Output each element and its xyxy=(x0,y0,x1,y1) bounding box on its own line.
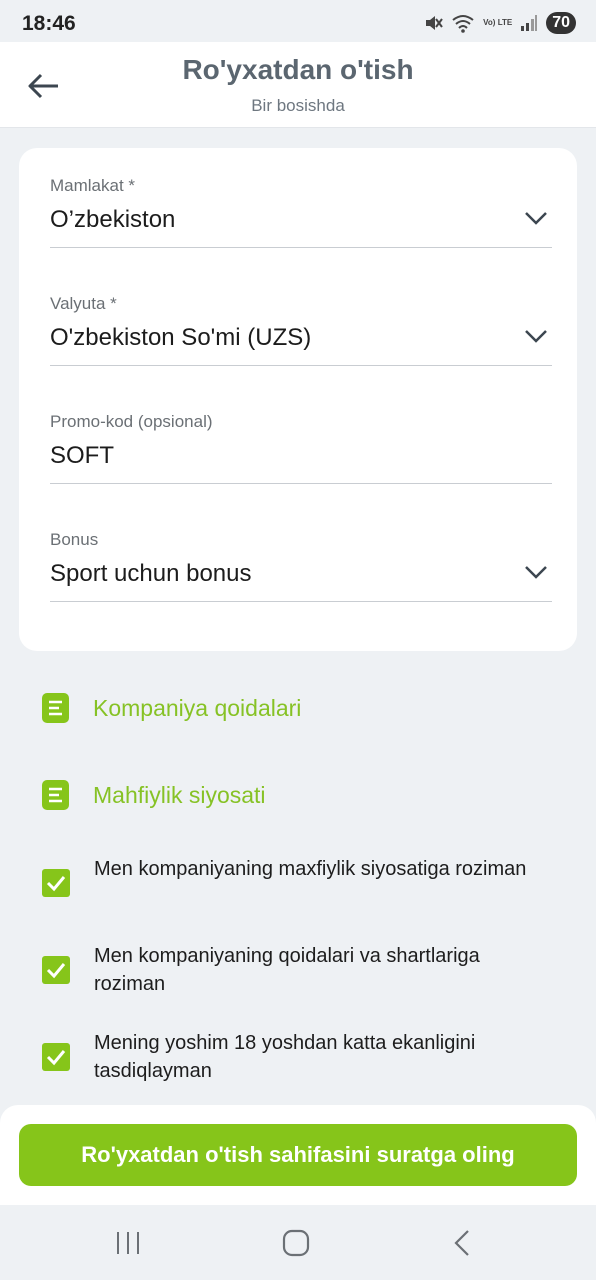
privacy-policy-link[interactable]: Mahfiylik siyosati xyxy=(42,780,266,810)
volte-icon: Vo) LTE xyxy=(483,18,513,27)
registration-form-card: Mamlakat * O’zbekiston Valyuta * O'zbeki… xyxy=(19,148,577,651)
promo-code-value: SOFT xyxy=(50,442,114,469)
battery-icon: 70 xyxy=(546,12,576,34)
country-value: O’zbekiston xyxy=(50,206,176,233)
bonus-label: Bonus xyxy=(50,530,99,549)
app-header: Ro'yxatdan o'tish Bir bosishda xyxy=(0,42,596,128)
chevron-down-icon xyxy=(525,330,547,343)
recent-apps-button[interactable] xyxy=(108,1227,148,1259)
system-navigation-bar xyxy=(0,1205,596,1280)
company-rules-label: Kompaniya qoidalari xyxy=(93,694,302,721)
age-confirmation-checkbox[interactable] xyxy=(42,1043,70,1071)
status-bar: 18:46 Vo) LTE 70 xyxy=(0,0,596,42)
checkmark-icon xyxy=(46,876,66,892)
document-icon xyxy=(42,780,69,810)
promo-code-label: Promo-kod (opsional) xyxy=(50,412,213,431)
page-title: Ro'yxatdan o'tish xyxy=(182,54,414,85)
bonus-value: Sport uchun bonus xyxy=(50,560,252,587)
privacy-agreement-text: Men kompaniyaning maxfiylik siyosatiga r… xyxy=(94,858,527,880)
country-label: Mamlakat * xyxy=(50,176,136,195)
chevron-left-icon xyxy=(454,1230,469,1256)
terms-agreement-checkbox-row[interactable]: Men kompaniyaning qoidalari va shartlari… xyxy=(42,942,542,998)
terms-agreement-checkbox[interactable] xyxy=(42,956,70,984)
privacy-agreement-checkbox-row[interactable]: Men kompaniyaning maxfiylik siyosatiga r… xyxy=(42,855,542,911)
chevron-down-icon xyxy=(525,566,547,579)
system-back-button[interactable] xyxy=(442,1227,482,1259)
bonus-select[interactable]: Bonus Sport uchun bonus xyxy=(50,530,552,602)
document-icon xyxy=(42,693,69,723)
company-rules-link[interactable]: Kompaniya qoidalari xyxy=(42,693,301,723)
age-confirmation-checkbox-row[interactable]: Mening yoshim 18 yoshdan katta ekanligin… xyxy=(42,1029,542,1085)
promo-code-field[interactable]: Promo-kod (opsional) SOFT xyxy=(50,412,552,484)
screenshot-registration-button[interactable]: Ro'yxatdan o'tish sahifasini suratga oli… xyxy=(19,1124,577,1186)
page-subtitle: Bir bosishda xyxy=(251,96,345,115)
checkmark-icon xyxy=(46,963,66,979)
currency-select[interactable]: Valyuta * O'zbekiston So'mi (UZS) xyxy=(50,294,552,366)
privacy-agreement-checkbox[interactable] xyxy=(42,869,70,897)
checkmark-icon xyxy=(46,1050,66,1066)
home-icon xyxy=(282,1229,310,1257)
currency-label: Valyuta * xyxy=(50,294,117,313)
country-select[interactable]: Mamlakat * O’zbekiston xyxy=(50,176,552,248)
status-icons: Vo) LTE 70 xyxy=(423,12,576,34)
home-button[interactable] xyxy=(276,1227,316,1259)
currency-value: O'zbekiston So'mi (UZS) xyxy=(50,324,312,351)
age-confirmation-text: Mening yoshim 18 yoshdan katta ekanligin… xyxy=(94,1032,476,1082)
privacy-policy-label: Mahfiylik siyosati xyxy=(93,781,266,808)
terms-agreement-text: Men kompaniyaning qoidalari va shartlari… xyxy=(94,945,480,995)
recent-apps-icon xyxy=(117,1232,139,1254)
chevron-down-icon xyxy=(525,212,547,225)
mute-icon xyxy=(423,13,443,33)
wifi-icon xyxy=(451,13,475,33)
status-time: 18:46 xyxy=(22,12,76,35)
signal-icon xyxy=(520,14,538,32)
